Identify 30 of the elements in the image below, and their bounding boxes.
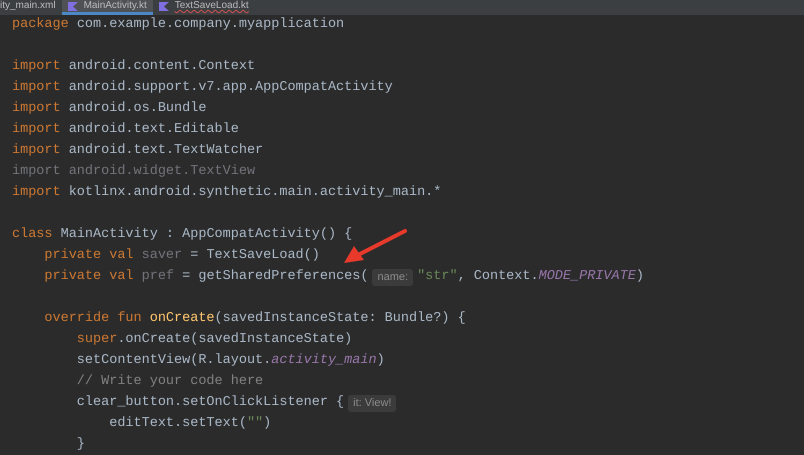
editor-tab[interactable]: TextSaveLoad.kt (152, 0, 255, 15)
code-text: setContentView(R.layout.activity_main) (76, 352, 385, 370)
code-text: "str", Context.MODE_PRIVATE) (417, 268, 644, 286)
code-text: // Write your code here (76, 373, 264, 392)
code-text: super.onCreate(savedInstanceState) (76, 331, 352, 350)
kotlin-file-icon (158, 2, 169, 10)
code-text: import android.content.Context (12, 58, 256, 76)
annotation-arrow (342, 228, 408, 266)
editor-tab[interactable]: ity_main.xml (0, 0, 62, 15)
code-text: } (76, 436, 85, 454)
tab-label: TextSaveLoad.kt (174, 0, 249, 12)
code-text: import android.support.v7.app.AppCompatActivity (12, 79, 393, 98)
code-text: import kotlinx.android.synthetic.main.activity_main.* (12, 184, 442, 202)
code-text: private val pref = getSharedPreferences( (43, 268, 368, 286)
tab-label: MainActivity.kt (84, 0, 147, 12)
parameter-hint: name: (372, 269, 414, 286)
code-text: class MainActivity : AppCompatActivity() { (12, 226, 352, 244)
code-text: private val saver = TextSaveLoad() (43, 247, 320, 266)
code-text: editText.setText("") (108, 415, 272, 434)
code-text: import android.os.Bundle (12, 100, 206, 118)
code-text: clear_button.setOnClickListener { (76, 394, 344, 412)
parameter-hint: it: View! (348, 395, 396, 412)
editor-tab[interactable]: MainActivity.kt (62, 0, 153, 15)
code-text: package com.example.company.myapplication (12, 16, 344, 34)
kotlin-file-icon (68, 2, 78, 10)
code-text: import android.text.TextWatcher (12, 142, 264, 160)
tab-label: ity_main.xml (0, 0, 56, 12)
code-text: import android.widget.TextView (12, 163, 256, 182)
code-text: import android.text.Editable (12, 121, 239, 140)
code-text: override fun onCreate(savedInstanceState: Bundle?) { (43, 310, 466, 328)
